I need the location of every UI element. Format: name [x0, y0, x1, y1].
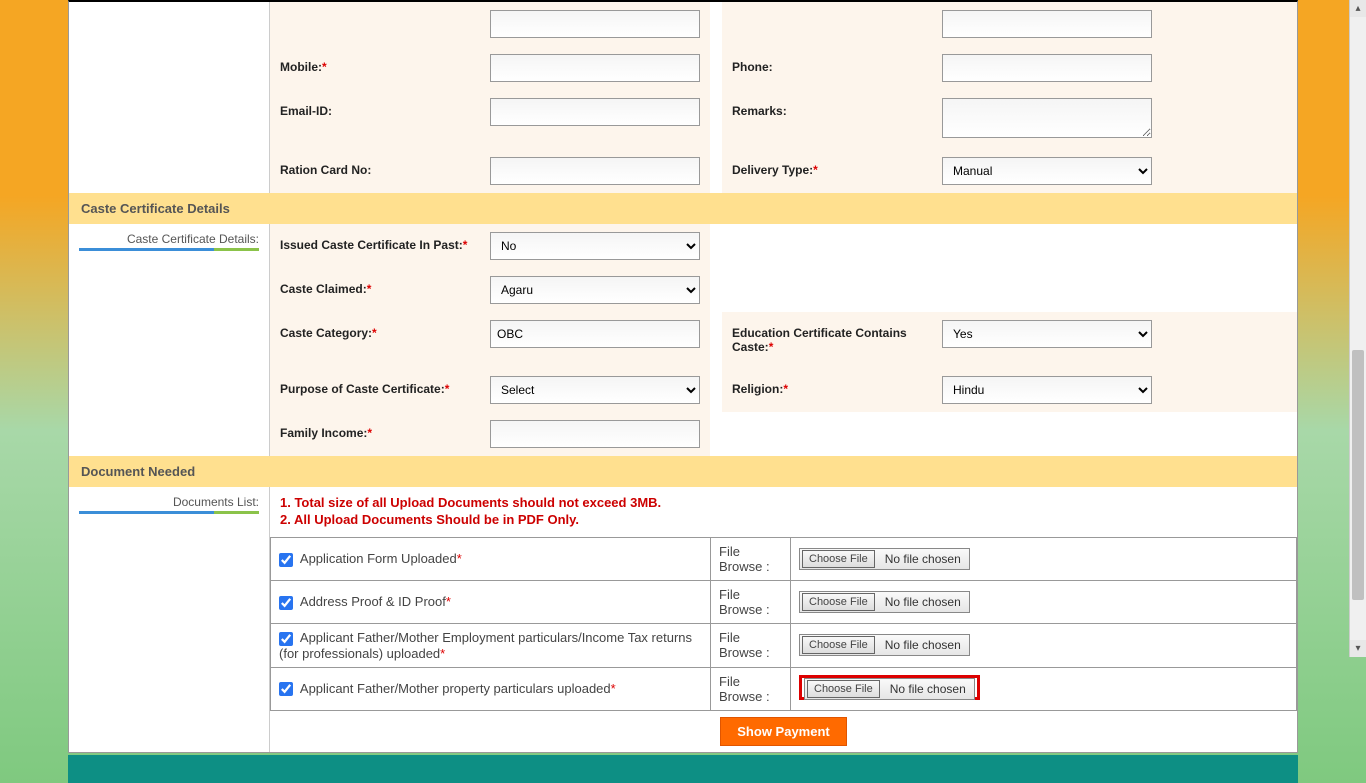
- browse-label-4: File Browse :: [711, 667, 791, 710]
- remarks-textarea[interactable]: [942, 98, 1152, 138]
- edu-label: Education Certificate Contains Caste:*: [722, 312, 932, 368]
- blank-label-1: [270, 2, 480, 46]
- applicant-side-spacer: [69, 2, 269, 193]
- delivery-label: Delivery Type:*: [722, 149, 932, 193]
- applicant-details-partial: Mobile:* Phone: Email-ID: Remarks: Ratio…: [69, 2, 1297, 193]
- issued-label: Issued Caste Certificate In Past:*: [270, 224, 480, 268]
- doc-section: Documents List: 1. Total size of all Upl…: [69, 487, 1297, 752]
- file-input-highlight: Choose FileNo file chosen: [799, 675, 980, 700]
- doc-note-2: 2. All Upload Documents Should be in PDF…: [280, 512, 1287, 527]
- choose-file-btn-3[interactable]: Choose File: [802, 636, 875, 654]
- ration-input[interactable]: [490, 157, 700, 185]
- family-income-input[interactable]: [490, 420, 700, 448]
- caste-side-label-col: Caste Certificate Details:: [69, 224, 269, 456]
- email-label: Email-ID:: [270, 90, 480, 149]
- category-label: Caste Category:*: [270, 312, 480, 368]
- remarks-label: Remarks:: [722, 90, 932, 149]
- caste-side-label: Caste Certificate Details:: [127, 232, 259, 246]
- claimed-select[interactable]: Agaru: [490, 276, 700, 304]
- browse-label-3: File Browse :: [711, 624, 791, 668]
- doc-side-label: Documents List:: [173, 495, 259, 509]
- choose-file-btn-2[interactable]: Choose File: [802, 593, 875, 611]
- table-row: Applicant Father/Mother property particu…: [271, 667, 1297, 710]
- file-input-2[interactable]: Choose FileNo file chosen: [799, 591, 970, 613]
- doc-check-3[interactable]: [279, 632, 293, 646]
- doc-note-1: 1. Total size of all Upload Documents sh…: [280, 495, 1287, 510]
- religion-select[interactable]: Hindu: [942, 376, 1152, 404]
- table-row: Address Proof & ID Proof* File Browse : …: [271, 581, 1297, 624]
- scroll-down-icon[interactable]: ▾: [1350, 640, 1366, 657]
- unknown-input-left[interactable]: [490, 10, 700, 38]
- doc-check-4[interactable]: [279, 682, 293, 696]
- unknown-input-right[interactable]: [942, 10, 1152, 38]
- phone-label: Phone:: [722, 46, 932, 90]
- mobile-label: Mobile:*: [270, 46, 480, 90]
- mobile-input[interactable]: [490, 54, 700, 82]
- phone-input[interactable]: [942, 54, 1152, 82]
- caste-section: Caste Certificate Details: Issued Caste …: [69, 224, 1297, 456]
- file-input-4[interactable]: Choose FileNo file chosen: [804, 678, 975, 700]
- table-row: Applicant Father/Mother Employment parti…: [271, 624, 1297, 668]
- browse-label-2: File Browse :: [711, 581, 791, 624]
- footer-bar: [68, 755, 1298, 783]
- doc-side-label-col: Documents List:: [69, 487, 269, 752]
- documents-table: Application Form Uploaded* File Browse :…: [270, 537, 1297, 711]
- delivery-select[interactable]: Manual: [942, 157, 1152, 185]
- ration-label: Ration Card No:: [270, 149, 480, 193]
- file-input-1[interactable]: Choose FileNo file chosen: [799, 548, 970, 570]
- purpose-label: Purpose of Caste Certificate:*: [270, 368, 480, 412]
- category-input: [490, 320, 700, 348]
- doc-section-header: Document Needed: [69, 456, 1297, 487]
- scrollbar[interactable]: ▴ ▾: [1349, 0, 1366, 657]
- doc-check-1[interactable]: [279, 553, 293, 567]
- religion-label: Religion:*: [722, 368, 932, 412]
- doc-notes: 1. Total size of all Upload Documents sh…: [270, 487, 1297, 531]
- family-income-label: Family Income:*: [270, 412, 480, 456]
- table-row: Application Form Uploaded* File Browse :…: [271, 538, 1297, 581]
- file-input-3[interactable]: Choose FileNo file chosen: [799, 634, 970, 656]
- issued-select[interactable]: No: [490, 232, 700, 260]
- browse-label-1: File Browse :: [711, 538, 791, 581]
- scroll-up-icon[interactable]: ▴: [1350, 0, 1366, 17]
- claimed-label: Caste Claimed:*: [270, 268, 480, 312]
- edu-select[interactable]: Yes: [942, 320, 1152, 348]
- choose-file-btn-4[interactable]: Choose File: [807, 680, 880, 698]
- caste-section-header: Caste Certificate Details: [69, 193, 1297, 224]
- scroll-thumb[interactable]: [1352, 350, 1364, 600]
- doc-check-2[interactable]: [279, 596, 293, 610]
- form-container: Mobile:* Phone: Email-ID: Remarks: Ratio…: [68, 0, 1298, 753]
- blank-label-2: [722, 2, 932, 46]
- purpose-select[interactable]: Select: [490, 376, 700, 404]
- choose-file-btn-1[interactable]: Choose File: [802, 550, 875, 568]
- email-input[interactable]: [490, 98, 700, 126]
- show-payment-button[interactable]: Show Payment: [720, 717, 846, 746]
